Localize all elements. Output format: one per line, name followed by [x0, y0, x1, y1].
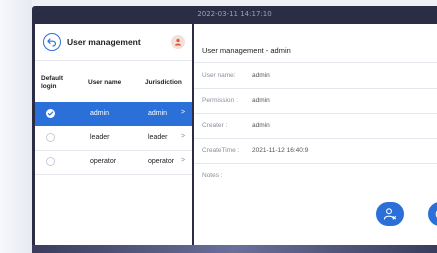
user-button[interactable]	[171, 35, 185, 49]
user-list-header: User management	[35, 24, 192, 61]
check-icon	[47, 111, 54, 116]
column-header-user-name: User name	[88, 79, 122, 86]
back-arrow-icon	[47, 38, 56, 47]
cell-user-name: operator	[90, 158, 117, 165]
cell-jurisdiction: admin	[148, 110, 168, 117]
field-value-create-time: 2021-11-12 16:40:9	[252, 147, 309, 154]
delete-user-button[interactable]	[376, 202, 404, 226]
field-label-create-time: CreateTime :	[202, 147, 240, 154]
field-label-permission: Permission :	[202, 97, 238, 104]
user-icon	[175, 38, 181, 46]
device-screen: 2022-03-11 14:17:10 User management Defa…	[32, 6, 437, 253]
divider	[194, 62, 437, 63]
cell-jurisdiction: leader	[148, 134, 168, 141]
column-header-jurisdiction: Jurisdiction	[145, 79, 182, 86]
user-detail-panel: User management - admin User name: admin…	[194, 24, 437, 248]
divider	[194, 138, 437, 139]
background-edge	[0, 0, 32, 253]
chevron-right-icon: >	[181, 157, 186, 164]
default-login-radio[interactable]	[46, 133, 55, 142]
panel-title: User management	[67, 37, 141, 47]
divider	[194, 88, 437, 89]
field-label-user-name: User name:	[202, 72, 236, 79]
table-row[interactable]: operator operator >	[35, 150, 192, 175]
cell-user-name: leader	[90, 134, 110, 141]
field-value-permission: admin	[252, 97, 270, 104]
back-button[interactable]	[43, 33, 61, 51]
bottom-bar	[32, 245, 437, 253]
table-row[interactable]: admin admin >	[35, 102, 192, 126]
detail-title: User management - admin	[202, 46, 291, 55]
divider	[194, 113, 437, 114]
divider	[194, 163, 437, 164]
chevron-right-icon: >	[181, 133, 186, 140]
field-value-user-name: admin	[252, 72, 270, 79]
table-row[interactable]: leader leader >	[35, 126, 192, 151]
column-header-default-login: Default login	[41, 75, 64, 90]
default-login-radio[interactable]	[46, 157, 55, 166]
field-label-notes: Notes :	[202, 172, 223, 179]
status-bar-time: 2022-03-11 14:17:10	[197, 10, 272, 18]
field-label-creater: Creater :	[202, 122, 228, 129]
cell-jurisdiction: operator	[148, 158, 175, 165]
chevron-right-icon: >	[181, 109, 186, 116]
reset-password-button[interactable]	[428, 202, 437, 226]
user-list-panel: User management Default login User name …	[35, 24, 192, 248]
cell-user-name: admin	[90, 110, 110, 117]
field-value-creater: admin	[252, 122, 270, 129]
default-login-radio[interactable]	[46, 109, 55, 118]
user-remove-icon	[383, 208, 397, 220]
